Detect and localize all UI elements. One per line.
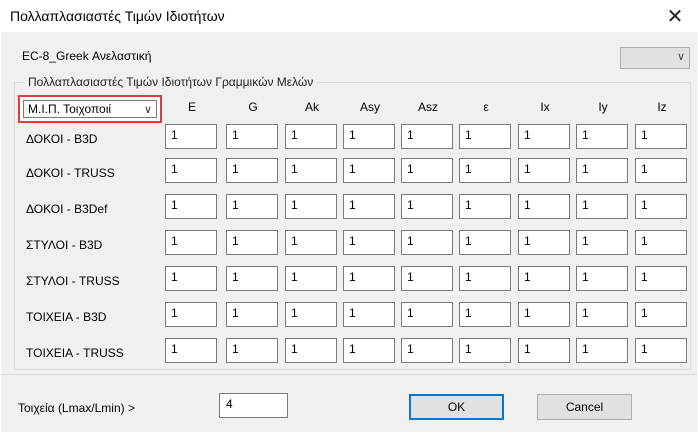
mip-select[interactable]: Μ.Ι.Π. Τοιχοποιί ∨ [23, 100, 157, 118]
multiplier-input-ak[interactable]: 1 [285, 194, 337, 219]
multiplier-input-e[interactable]: 1 [165, 302, 217, 327]
multiplier-input-ix[interactable]: 1 [518, 230, 570, 255]
multiplier-input-iy[interactable]: 1 [576, 266, 628, 291]
multiplier-input-g[interactable]: 1 [226, 266, 278, 291]
window-title: Πολλαπλασιαστές Τιμών Ιδιοτήτων [10, 8, 225, 24]
multiplier-input-asz[interactable]: 1 [401, 124, 453, 149]
multiplier-input-iz[interactable]: 1 [635, 230, 687, 255]
multiplier-input-asy[interactable]: 1 [343, 124, 395, 149]
multiplier-input-ix[interactable]: 1 [518, 338, 570, 363]
column-header-iy: Iy [598, 100, 608, 114]
multiplier-input-epsilon[interactable]: 1 [459, 338, 511, 363]
multiplier-input-g[interactable]: 1 [226, 158, 278, 183]
multiplier-input-asz[interactable]: 1 [401, 266, 453, 291]
multiplier-input-epsilon[interactable]: 1 [459, 230, 511, 255]
multiplier-input-asy[interactable]: 1 [343, 338, 395, 363]
multiplier-input-asz[interactable]: 1 [401, 302, 453, 327]
multiplier-input-iy[interactable]: 1 [576, 230, 628, 255]
multiplier-input-asz[interactable]: 1 [401, 338, 453, 363]
multiplier-input-ak[interactable]: 1 [285, 338, 337, 363]
multiplier-input-asz[interactable]: 1 [401, 194, 453, 219]
ok-button[interactable]: OK [409, 394, 504, 420]
multiplier-input-ix[interactable]: 1 [518, 194, 570, 219]
row-label: ΤΟΙΧΕΙΑ - TRUSS [26, 346, 124, 360]
multiplier-input-asy[interactable]: 1 [343, 194, 395, 219]
row-label: ΔΟΚΟΙ - B3D [26, 132, 98, 146]
multiplier-input-ak[interactable]: 1 [285, 230, 337, 255]
multiplier-input-iz[interactable]: 1 [635, 338, 687, 363]
mip-select-highlight: Μ.Ι.Π. Τοιχοποιί ∨ [18, 95, 162, 123]
multiplier-input-epsilon[interactable]: 1 [459, 302, 511, 327]
multiplier-input-e[interactable]: 1 [165, 124, 217, 149]
multiplier-input-e[interactable]: 1 [165, 158, 217, 183]
row-label: ΣΤΥΛΟΙ - TRUSS [26, 274, 120, 288]
multiplier-input-epsilon[interactable]: 1 [459, 194, 511, 219]
multiplier-input-g[interactable]: 1 [226, 230, 278, 255]
multiplier-input-ak[interactable]: 1 [285, 124, 337, 149]
multiplier-input-iy[interactable]: 1 [576, 302, 628, 327]
multiplier-input-e[interactable]: 1 [165, 194, 217, 219]
multiplier-input-iy[interactable]: 1 [576, 124, 628, 149]
row-label: ΣΤΥΛΟΙ - B3D [26, 238, 103, 252]
multiplier-input-e[interactable]: 1 [165, 266, 217, 291]
multiplier-input-ix[interactable]: 1 [518, 124, 570, 149]
column-header-ak: Ak [304, 100, 319, 114]
multiplier-input-asy[interactable]: 1 [343, 158, 395, 183]
multiplier-input-g[interactable]: 1 [226, 302, 278, 327]
multiplier-input-iz[interactable]: 1 [635, 266, 687, 291]
multiplier-input-asz[interactable]: 1 [401, 230, 453, 255]
column-header-g: G [248, 100, 258, 114]
mip-select-value: Μ.Ι.Π. Τοιχοποιί [28, 102, 112, 116]
multiplier-input-asy[interactable]: 1 [343, 302, 395, 327]
multiplier-input-asy[interactable]: 1 [343, 230, 395, 255]
multiplier-input-asz[interactable]: 1 [401, 158, 453, 183]
multiplier-input-ak[interactable]: 1 [285, 302, 337, 327]
multiplier-input-asy[interactable]: 1 [343, 266, 395, 291]
multiplier-input-ak[interactable]: 1 [285, 158, 337, 183]
multiplier-input-iz[interactable]: 1 [635, 302, 687, 327]
multiplier-input-epsilon[interactable]: 1 [459, 124, 511, 149]
multiplier-input-iy[interactable]: 1 [576, 158, 628, 183]
chevron-down-icon: ∨ [676, 51, 685, 63]
row-label: ΔΟΚΟΙ - B3Def [26, 202, 108, 216]
multiplier-input-iy[interactable]: 1 [576, 338, 628, 363]
multiplier-input-e[interactable]: 1 [165, 230, 217, 255]
multiplier-input-g[interactable]: 1 [226, 338, 278, 363]
groupbox-legend: Πολλαπλασιαστές Τιμών Ιδιοτήτων Γραμμικώ… [25, 75, 317, 89]
profile-select[interactable]: ∨ [620, 47, 690, 69]
multiplier-input-g[interactable]: 1 [226, 194, 278, 219]
multiplier-input-epsilon[interactable]: 1 [459, 266, 511, 291]
multiplier-input-ix[interactable]: 1 [518, 158, 570, 183]
column-header-asy: Asy [359, 100, 380, 114]
multiplier-input-ix[interactable]: 1 [518, 302, 570, 327]
profile-label: EC-8_Greek Ανελαστική [22, 49, 152, 63]
column-header-epsilon: ε [483, 100, 489, 114]
multiplier-input-ak[interactable]: 1 [285, 266, 337, 291]
footer-separator [1, 374, 697, 375]
multiplier-input-iz[interactable]: 1 [635, 194, 687, 219]
title-bar: Πολλαπλασιαστές Τιμών Ιδιοτήτων ✕ [0, 0, 698, 32]
column-header-ix: Ix [540, 100, 550, 114]
multiplier-input-g[interactable]: 1 [226, 124, 278, 149]
column-header-e: E [187, 100, 196, 114]
multiplier-input-ix[interactable]: 1 [518, 266, 570, 291]
multiplier-input-iz[interactable]: 1 [635, 158, 687, 183]
ratio-label: Τοιχεία (Lmax/Lmin) > [18, 401, 135, 415]
close-icon[interactable]: ✕ [652, 0, 698, 32]
chevron-down-icon: ∨ [143, 104, 152, 116]
column-header-asz: Asz [417, 100, 438, 114]
multiplier-input-epsilon[interactable]: 1 [459, 158, 511, 183]
column-header-iz: Iz [657, 100, 667, 114]
multiplier-input-iz[interactable]: 1 [635, 124, 687, 149]
ratio-input[interactable]: 4 [219, 393, 288, 418]
multiplier-input-iy[interactable]: 1 [576, 194, 628, 219]
cancel-button[interactable]: Cancel [537, 394, 632, 420]
row-label: ΔΟΚΟΙ - TRUSS [26, 166, 115, 180]
multiplier-input-e[interactable]: 1 [165, 338, 217, 363]
row-label: ΤΟΙΧΕΙΑ - B3D [26, 310, 107, 324]
